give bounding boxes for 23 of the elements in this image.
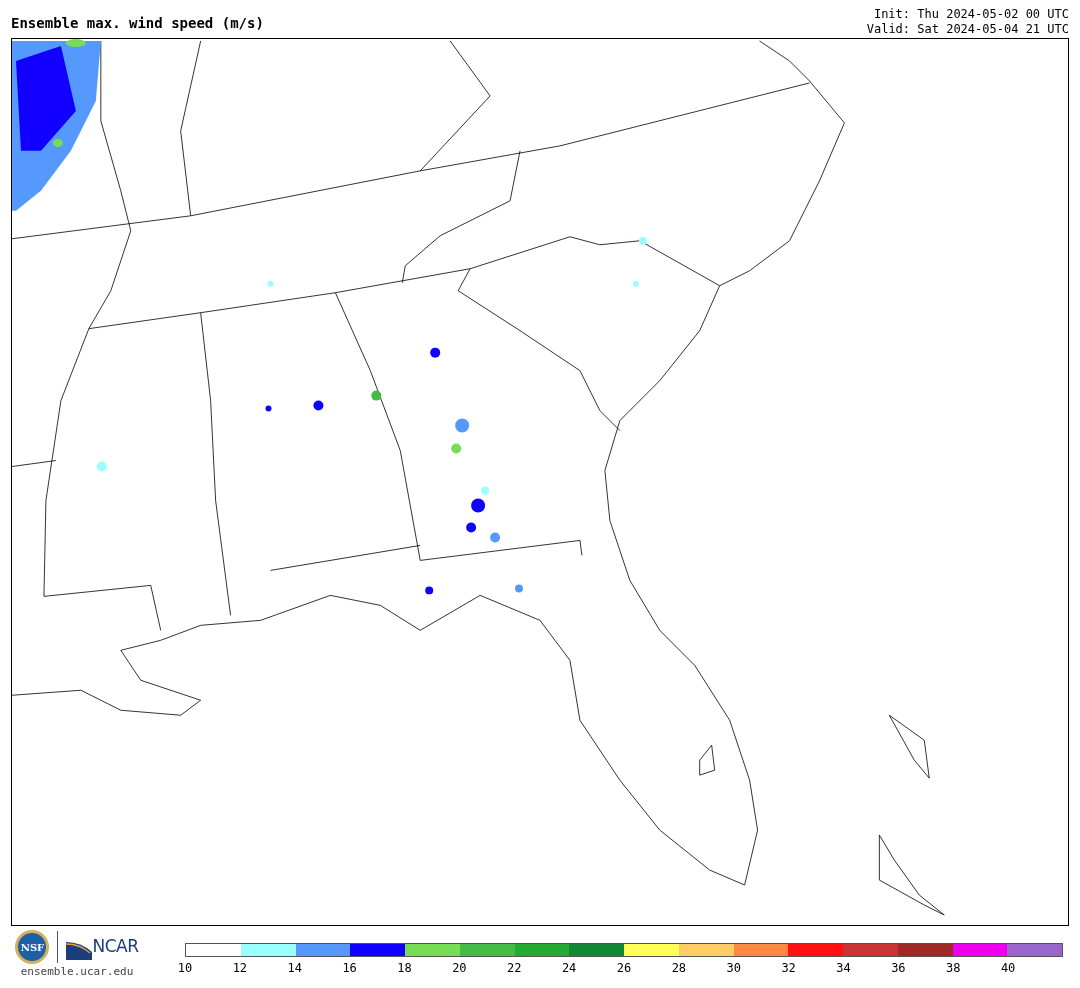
- tick-label: 16: [342, 960, 357, 977]
- tick-label: 36: [891, 960, 906, 977]
- tick-label: 40: [1000, 960, 1016, 977]
- tick-label: 38: [946, 960, 961, 977]
- tick-label: 32: [781, 960, 796, 977]
- init-time: Init: Thu 2024-05-02 00 UTC: [872, 7, 1069, 22]
- tick-label: 26: [616, 960, 632, 977]
- tick-label: 24: [561, 960, 577, 977]
- chart-title: Ensemble max. wind speed (m/s): [11, 14, 264, 33]
- nsf-logo: NSF: [15, 930, 50, 964]
- tick-label: 18: [397, 960, 412, 977]
- tick-label: 28: [671, 960, 687, 977]
- tick-label: 10: [177, 960, 193, 977]
- valid-time: Valid: Sat 2024-05-04 21 UTC: [866, 22, 1069, 37]
- tick-label: 12: [232, 960, 248, 977]
- site-url: ensemble.ucar.edu: [20, 964, 134, 980]
- tick-label: 22: [507, 960, 522, 977]
- ncar-logo-text: NCAR: [92, 935, 139, 959]
- tick-label: 14: [287, 960, 302, 977]
- tick-label: 34: [836, 960, 851, 977]
- tick-label: 20: [452, 960, 467, 977]
- swoosh-icon: [66, 939, 93, 960]
- tick-label: 30: [726, 960, 741, 977]
